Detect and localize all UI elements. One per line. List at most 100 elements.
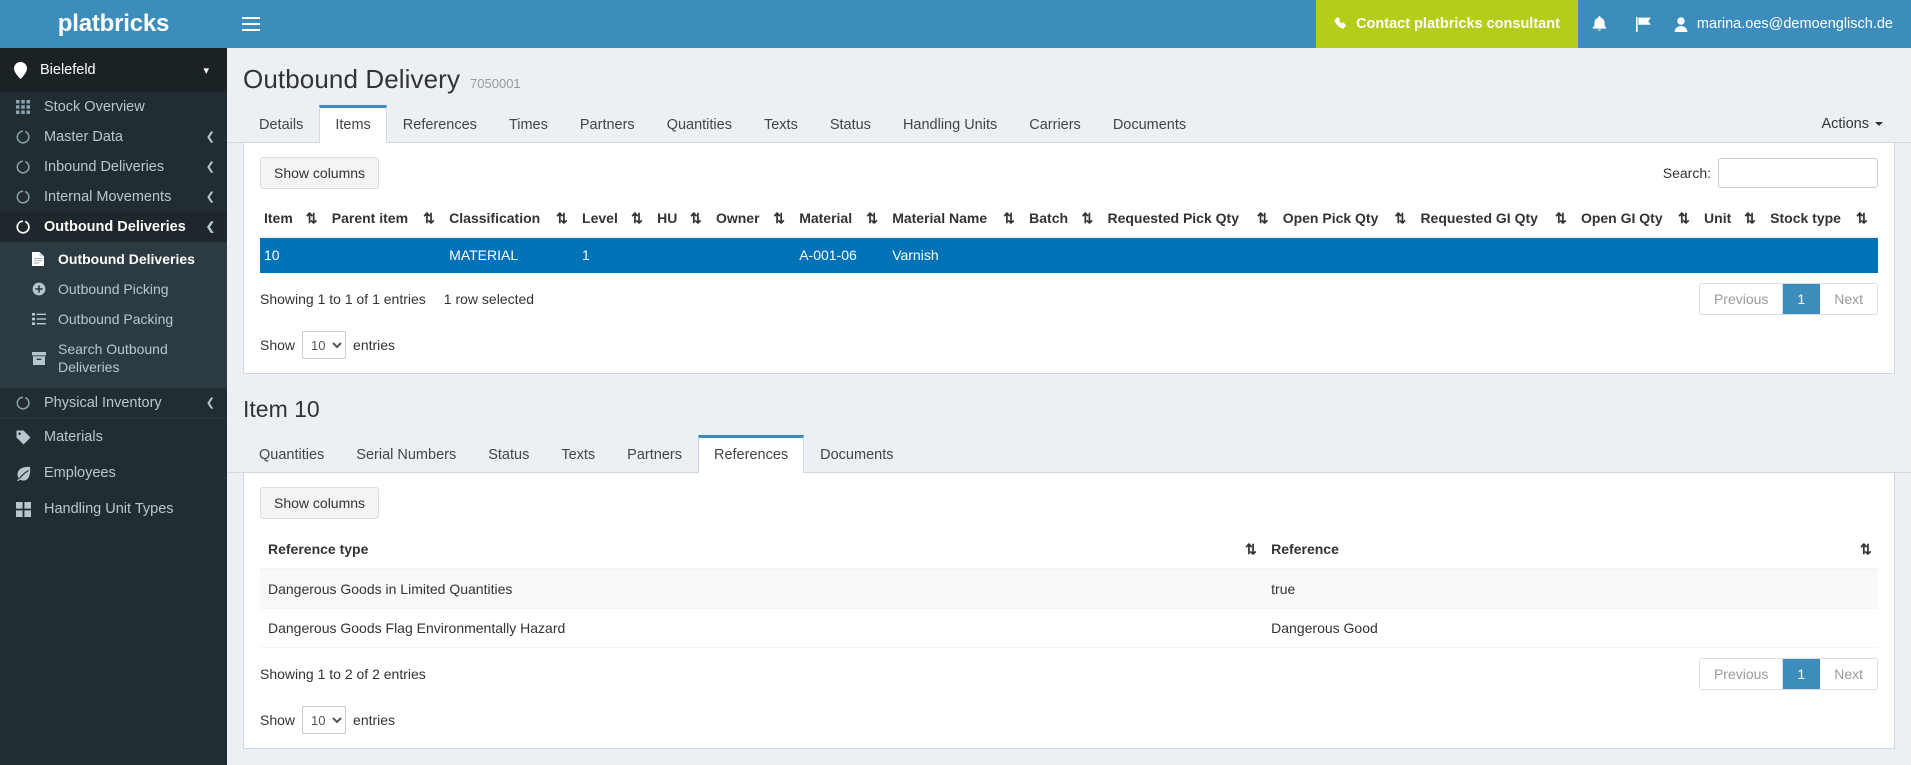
sidebar-item-handling-unit-types[interactable]: Handling Unit Types — [0, 491, 227, 527]
col-hu[interactable]: HU⇅ — [653, 201, 712, 237]
tab-status[interactable]: Status — [814, 105, 887, 143]
tab-items[interactable]: Items — [319, 105, 386, 143]
brand-name: platbricks — [58, 10, 169, 38]
sidebar-item-physical-inventory[interactable]: Physical Inventory ❮ — [0, 388, 227, 418]
entries-label: entries — [353, 337, 395, 353]
col-requested-gi-qty[interactable]: Requested GI Qty⇅ — [1416, 201, 1577, 237]
tab-partners[interactable]: Partners — [564, 105, 651, 143]
pagination-page-1[interactable]: 1 — [1783, 284, 1820, 314]
item-tab-documents[interactable]: Documents — [804, 435, 909, 473]
sidebar-subitem-search-outbound-deliveries[interactable]: Search Outbound Deliveries — [0, 334, 227, 382]
tab-quantities[interactable]: Quantities — [651, 105, 748, 143]
col-reference-type[interactable]: Reference type ⇅ — [260, 531, 1263, 569]
col-open-gi-qty[interactable]: Open GI Qty⇅ — [1577, 201, 1700, 237]
tab-times[interactable]: Times — [493, 105, 564, 143]
sidebar-item-employees[interactable]: Employees — [0, 455, 227, 491]
location-selector[interactable]: Bielefeld ▾ — [0, 48, 227, 92]
item-tab-quantities[interactable]: Quantities — [243, 435, 340, 473]
col-reference[interactable]: Reference ⇅ — [1263, 531, 1878, 569]
item-tab-references[interactable]: References — [698, 435, 804, 473]
sidebar-subitem-outbound-picking[interactable]: Outbound Picking — [0, 274, 227, 304]
search-input[interactable] — [1718, 158, 1878, 188]
hamburger-icon[interactable] — [227, 0, 275, 48]
col-item[interactable]: Item⇅ — [260, 201, 328, 237]
col-level[interactable]: Level⇅ — [578, 201, 653, 237]
chevron-left-icon: ❮ — [206, 158, 215, 176]
col-batch[interactable]: Batch⇅ — [1025, 201, 1103, 237]
sidebar-item-outbound-deliveries[interactable]: Outbound Deliveries ❮ — [0, 212, 227, 242]
grid-icon — [16, 100, 44, 114]
references-table-footer: Showing 1 to 2 of 2 entries Previous 1 N… — [260, 658, 1878, 690]
app-root: platbricks Bielefeld ▾ — [0, 0, 1911, 765]
item-tab-partners[interactable]: Partners — [611, 435, 698, 473]
item-tab-serial-numbers[interactable]: Serial Numbers — [340, 435, 472, 473]
list-icon — [32, 313, 58, 325]
page-title: Outbound Delivery — [243, 64, 460, 95]
table-row[interactable]: Dangerous Goods Flag Environmentally Haz… — [260, 609, 1878, 648]
tab-carriers[interactable]: Carriers — [1013, 105, 1097, 143]
pagination-next[interactable]: Next — [1820, 659, 1877, 689]
sidebar-item-label: Inbound Deliveries — [44, 158, 202, 176]
sidebar-item-master-data[interactable]: Master Data ❮ — [0, 122, 227, 152]
user-icon — [1674, 17, 1688, 32]
col-material-name[interactable]: Material Name⇅ — [888, 201, 1025, 237]
references-header-row: Reference type ⇅ Reference ⇅ — [260, 531, 1878, 569]
brand-logo[interactable]: platbricks — [0, 0, 227, 48]
contact-consultant-button[interactable]: Contact platbricks consultant — [1316, 0, 1578, 48]
table-row[interactable]: Dangerous Goods in Limited Quantities tr… — [260, 569, 1878, 609]
notifications-button[interactable] — [1578, 0, 1622, 48]
items-table-head: Item⇅ Parent item⇅ Classification⇅ Level… — [260, 201, 1878, 237]
pagination-previous[interactable]: Previous — [1700, 659, 1783, 689]
page-length-select[interactable]: 10 25 50 100 — [302, 331, 346, 359]
sidebar-subitem-outbound-packing[interactable]: Outbound Packing — [0, 304, 227, 334]
references-table: Reference type ⇅ Reference ⇅ Dangerous G… — [260, 531, 1878, 648]
col-unit[interactable]: Unit⇅ — [1700, 201, 1766, 237]
tab-handling-units[interactable]: Handling Units — [887, 105, 1013, 143]
col-stock-type[interactable]: Stock type⇅ — [1766, 201, 1878, 237]
table-row[interactable]: 10 MATERIAL 1 A-001-06 Varnish — [260, 237, 1878, 273]
map-pin-icon — [14, 62, 36, 79]
sort-icon: ⇅ — [690, 210, 700, 227]
user-menu[interactable]: marina.oes@demoenglisch.de — [1666, 0, 1911, 48]
references-show-columns-button[interactable]: Show columns — [260, 487, 379, 519]
cell-open-pick-qty — [1279, 237, 1417, 273]
item-tab-status[interactable]: Status — [472, 435, 545, 473]
actions-dropdown[interactable]: Actions — [1821, 106, 1895, 142]
language-flag-button[interactable] — [1622, 0, 1666, 48]
sidebar-item-stock-overview[interactable]: Stock Overview — [0, 92, 227, 122]
circle-icon — [16, 220, 44, 234]
sidebar-subitem-outbound-deliveries[interactable]: Outbound Deliveries — [0, 244, 227, 274]
contact-consultant-label: Contact platbricks consultant — [1356, 16, 1560, 32]
col-label: Material — [799, 210, 852, 226]
col-parent-item[interactable]: Parent item⇅ — [328, 201, 445, 237]
col-requested-pick-qty[interactable]: Requested Pick Qty⇅ — [1103, 201, 1278, 237]
tab-details[interactable]: Details — [243, 105, 319, 143]
pagination-previous[interactable]: Previous — [1700, 284, 1783, 314]
sidebar-item-materials[interactable]: Materials — [0, 418, 227, 455]
tab-texts[interactable]: Texts — [748, 105, 814, 143]
tab-references[interactable]: References — [387, 105, 493, 143]
bell-icon — [1592, 16, 1607, 32]
sidebar-item-internal-movements[interactable]: Internal Movements ❮ — [0, 182, 227, 212]
sort-icon: ⇅ — [1744, 210, 1754, 227]
references-page-length-select[interactable]: 10 25 50 100 — [302, 706, 346, 734]
col-classification[interactable]: Classification⇅ — [445, 201, 578, 237]
col-label: Material Name — [892, 210, 987, 226]
items-row-selected-info: 1 row selected — [444, 291, 534, 307]
cell-open-gi-qty — [1577, 237, 1700, 273]
show-columns-button[interactable]: Show columns — [260, 157, 379, 189]
references-pagination: Previous 1 Next — [1699, 658, 1878, 690]
pagination-next[interactable]: Next — [1820, 284, 1877, 314]
sort-icon: ⇅ — [1678, 210, 1688, 227]
col-owner[interactable]: Owner⇅ — [712, 201, 795, 237]
sidebar-item-label: Employees — [44, 464, 215, 482]
item-tab-texts[interactable]: Texts — [545, 435, 611, 473]
main-area: Contact platbricks consultant marina.oes… — [227, 0, 1911, 765]
sidebar-item-inbound-deliveries[interactable]: Inbound Deliveries ❮ — [0, 152, 227, 182]
sidebar-item-label: Master Data — [44, 128, 202, 146]
tab-documents[interactable]: Documents — [1097, 105, 1202, 143]
col-open-pick-qty[interactable]: Open Pick Qty⇅ — [1279, 201, 1417, 237]
col-label: Batch — [1029, 210, 1068, 226]
pagination-page-1[interactable]: 1 — [1783, 659, 1820, 689]
col-material[interactable]: Material⇅ — [795, 201, 888, 237]
